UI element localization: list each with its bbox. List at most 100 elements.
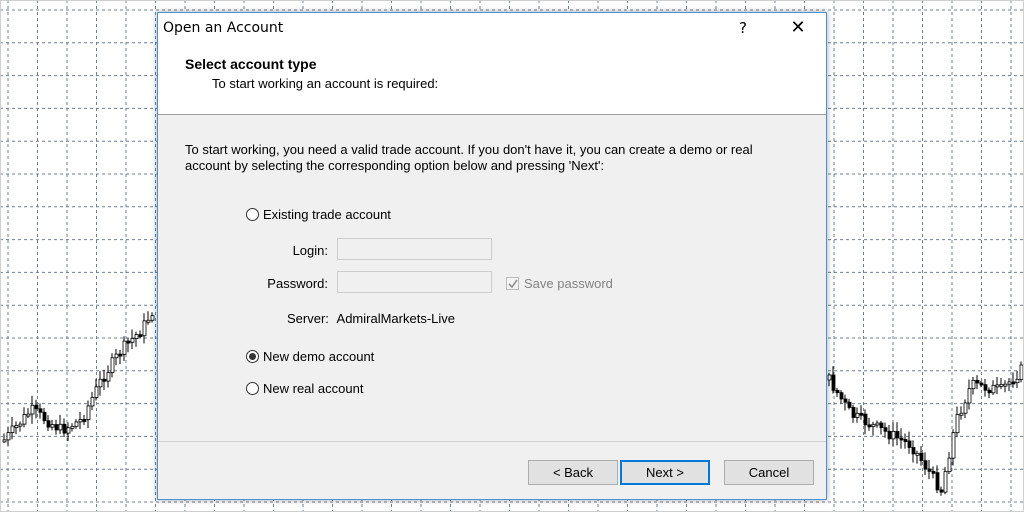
candle-body [983, 384, 988, 391]
candle-body [899, 437, 904, 441]
open-account-dialog: Open an Account ? ✕ Select account type … [157, 12, 827, 500]
candle-body [987, 389, 992, 394]
candle-body [58, 423, 63, 431]
wizard-step-title: Select account type [185, 56, 317, 72]
candle-body [134, 334, 139, 339]
candle-body [46, 420, 51, 428]
candle-body [915, 452, 920, 456]
candle-body [955, 414, 960, 434]
demo-account-radio[interactable] [246, 350, 259, 363]
server-label: Server: [287, 311, 329, 326]
candle-body [1019, 364, 1024, 380]
candle-body [70, 425, 75, 429]
candle-body [903, 439, 908, 442]
candle-body [38, 408, 43, 413]
dialog-titlebar[interactable]: Open an Account ? ✕ [158, 13, 826, 43]
candle-body [879, 422, 884, 429]
save-password-option[interactable]: Save password [506, 276, 613, 291]
candle-body [835, 389, 840, 394]
next-button[interactable]: Next > [620, 460, 710, 485]
candle-body [130, 338, 135, 343]
candle-body [122, 340, 127, 355]
candle-body [102, 378, 107, 382]
candle-body [839, 392, 844, 400]
candle-body [1015, 378, 1020, 384]
candle-body [78, 419, 83, 423]
login-input[interactable] [337, 238, 492, 260]
existing-account-label: Existing trade account [263, 207, 391, 222]
candle-body [871, 423, 876, 428]
candle-body [106, 372, 111, 382]
candle-body [931, 470, 936, 474]
cancel-button[interactable]: Cancel [724, 460, 814, 485]
candle-body [951, 432, 956, 459]
candle-body [891, 431, 896, 440]
candle-body [146, 319, 151, 323]
candle-body [967, 388, 972, 404]
candle-body [927, 468, 932, 472]
candle-body [6, 432, 11, 441]
candle-body [995, 384, 1000, 388]
candle-body [991, 384, 996, 394]
candle-body [114, 353, 119, 359]
candle-body [150, 315, 155, 321]
candle-body [22, 414, 27, 425]
candle-body [959, 412, 964, 416]
candle-body [847, 401, 852, 408]
candle-body [1007, 381, 1012, 385]
candle-body [110, 357, 115, 373]
candle-body [851, 407, 856, 418]
candle-body [142, 320, 147, 337]
candle-body [831, 374, 836, 391]
existing-account-radio[interactable] [246, 208, 259, 221]
real-account-radio[interactable] [246, 382, 259, 395]
candle-body [923, 460, 928, 470]
candle-body [859, 412, 864, 416]
candle-body [54, 424, 59, 431]
dialog-title: Open an Account [163, 20, 284, 36]
intro-line-2: account by selecting the corresponding o… [185, 158, 605, 173]
candle-body [887, 430, 892, 440]
candle-body [10, 425, 15, 433]
candle-body [883, 427, 888, 432]
candle-body [18, 423, 23, 427]
existing-account-option[interactable]: Existing trade account [246, 207, 391, 222]
checkmark-icon [508, 279, 518, 289]
candle-body [94, 386, 99, 398]
candle-body [935, 472, 940, 491]
candle-body [867, 424, 872, 428]
demo-account-label: New demo account [263, 349, 375, 364]
candle-body [919, 452, 924, 462]
candle-body [138, 334, 143, 338]
candle-body [118, 353, 123, 357]
help-icon[interactable]: ? [720, 13, 766, 43]
candle-body [82, 419, 87, 422]
candle-body [975, 379, 980, 384]
candle-body [999, 383, 1004, 387]
candle-body [875, 422, 880, 426]
password-input[interactable] [337, 271, 492, 293]
candle-body [34, 404, 39, 410]
candle-body [50, 424, 55, 428]
candle-body [863, 413, 868, 426]
candle-body [895, 431, 900, 439]
candle-body [855, 412, 860, 418]
server-row: Server: AdmiralMarkets-Live [287, 311, 455, 326]
intro-text: To start working, you need a valid trade… [185, 142, 785, 174]
candle-body [979, 382, 984, 386]
save-password-checkbox[interactable] [506, 277, 519, 290]
wizard-step-subtitle: To start working an account is required: [212, 76, 439, 91]
wizard-header: Select account type To start working an … [158, 43, 826, 115]
candle-body [2, 439, 7, 443]
candle-body [86, 405, 91, 420]
real-account-option[interactable]: New real account [246, 381, 363, 396]
candle-body [1011, 381, 1016, 385]
candle-body [74, 421, 79, 427]
close-icon[interactable]: ✕ [775, 13, 821, 43]
candle-body [14, 425, 19, 428]
demo-account-option[interactable]: New demo account [246, 349, 374, 364]
password-label: Password: [267, 276, 328, 291]
login-label: Login: [292, 243, 328, 258]
candle-body [939, 489, 944, 493]
back-button[interactable]: < Back [528, 460, 618, 485]
